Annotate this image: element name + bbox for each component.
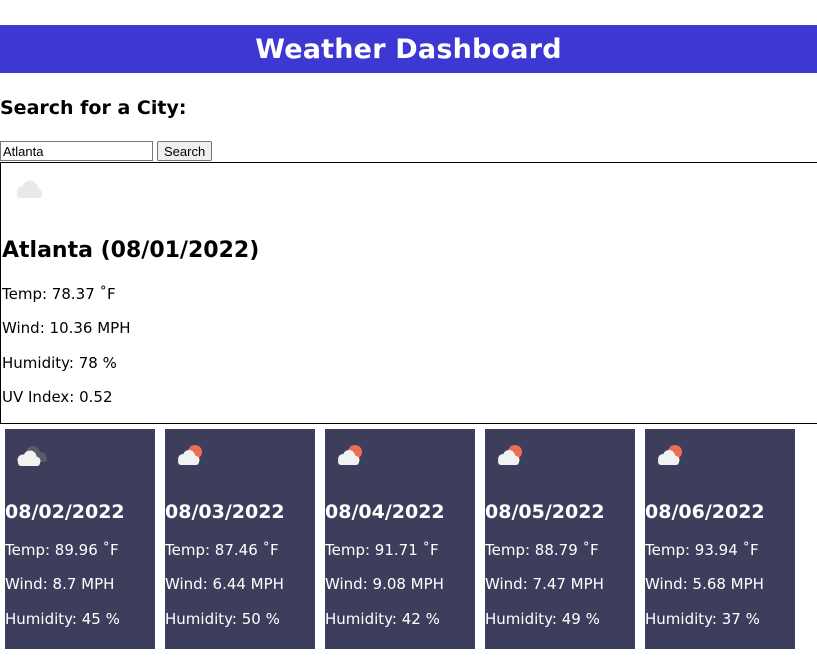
forecast-wind: Wind: 8.7 MPH bbox=[5, 575, 115, 593]
forecast-date: 08/06/2022 bbox=[645, 501, 765, 523]
search-button[interactable]: Search bbox=[157, 141, 213, 161]
forecast-humidity: Humidity: 49 % bbox=[485, 610, 600, 628]
partly-cloudy-icon bbox=[178, 445, 202, 465]
current-weather-panel: Atlanta (08/01/2022) Temp: 78.37 ˚F Wind… bbox=[0, 162, 817, 424]
forecast-date: 08/03/2022 bbox=[165, 501, 285, 523]
forecast-wind: Wind: 6.44 MPH bbox=[165, 575, 284, 593]
forecast-card: 08/06/2022 Temp: 93.94 ˚F Wind: 5.68 MPH… bbox=[645, 429, 795, 649]
forecast-card: 08/05/2022 Temp: 88.79 ˚F Wind: 7.47 MPH… bbox=[485, 429, 635, 649]
forecast-wind: Wind: 5.68 MPH bbox=[645, 575, 764, 593]
forecast-temp: Temp: 91.71 ˚F bbox=[325, 541, 439, 559]
partly-cloudy-icon bbox=[658, 445, 682, 465]
current-wind: Wind: 10.36 MPH bbox=[2, 319, 131, 337]
broken-clouds-icon bbox=[17, 446, 47, 466]
forecast-date: 08/04/2022 bbox=[325, 501, 445, 523]
search-title: Search for a City: bbox=[0, 97, 187, 119]
search-form: Search bbox=[0, 141, 213, 161]
forecast-wind: Wind: 9.08 MPH bbox=[325, 575, 444, 593]
forecast-card: 08/04/2022 Temp: 91.71 ˚F Wind: 9.08 MPH… bbox=[325, 429, 475, 649]
current-temp: Temp: 78.37 ˚F bbox=[2, 285, 116, 303]
page-header: Weather Dashboard bbox=[0, 25, 817, 73]
forecast-temp: Temp: 87.46 ˚F bbox=[165, 541, 279, 559]
page-title: Weather Dashboard bbox=[255, 33, 562, 65]
forecast-wind: Wind: 7.47 MPH bbox=[485, 575, 604, 593]
forecast-humidity: Humidity: 45 % bbox=[5, 610, 120, 628]
forecast-date: 08/02/2022 bbox=[5, 501, 125, 523]
forecast-date: 08/05/2022 bbox=[485, 501, 605, 523]
forecast-card: 08/02/2022 Temp: 89.96 ˚F Wind: 8.7 MPH … bbox=[5, 429, 155, 649]
forecast-temp: Temp: 93.94 ˚F bbox=[645, 541, 759, 559]
city-search-input[interactable] bbox=[0, 141, 153, 161]
forecast-temp: Temp: 88.79 ˚F bbox=[485, 541, 599, 559]
cloud-icon bbox=[17, 180, 42, 198]
forecast-temp: Temp: 89.96 ˚F bbox=[5, 541, 119, 559]
current-city-date: Atlanta (08/01/2022) bbox=[2, 238, 260, 263]
forecast-card: 08/03/2022 Temp: 87.46 ˚F Wind: 6.44 MPH… bbox=[165, 429, 315, 649]
partly-cloudy-icon bbox=[338, 445, 362, 465]
forecast-humidity: Humidity: 50 % bbox=[165, 610, 280, 628]
forecast-humidity: Humidity: 37 % bbox=[645, 610, 760, 628]
partly-cloudy-icon bbox=[498, 445, 522, 465]
current-uv-index: UV Index: 0.52 bbox=[2, 388, 113, 406]
current-humidity: Humidity: 78 % bbox=[2, 354, 117, 372]
forecast-humidity: Humidity: 42 % bbox=[325, 610, 440, 628]
